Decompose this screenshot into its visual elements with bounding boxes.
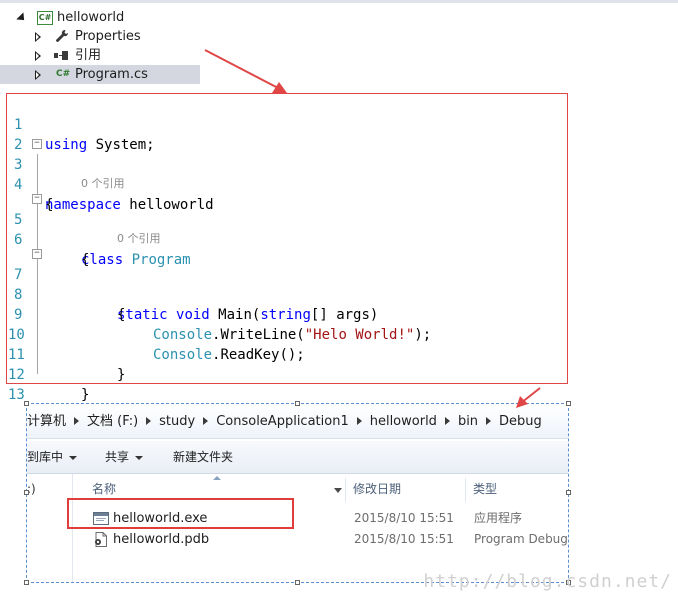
collapsed-arrow-icon[interactable]: [35, 32, 41, 42]
new-folder-button[interactable]: 新建文件夹: [173, 441, 233, 473]
column-header-modified[interactable]: 修改日期: [353, 474, 401, 504]
collapsed-arrow-icon[interactable]: [35, 70, 41, 80]
exe-highlight-box: [67, 498, 294, 529]
file-name[interactable]: helloworld.pdb: [113, 529, 209, 550]
tree-item-properties[interactable]: Properties: [0, 27, 200, 46]
expanded-arrow-icon[interactable]: [16, 12, 28, 24]
code-line-12: 12 }: [7, 345, 567, 403]
collapse-minus-icon[interactable]: −: [32, 194, 42, 204]
include-in-library-button[interactable]: 到库中: [27, 441, 78, 473]
pdb-icon: [95, 532, 107, 547]
wrench-icon: [56, 29, 69, 42]
collapsed-arrow-icon[interactable]: [35, 51, 41, 61]
breadcrumb-separator-icon[interactable]: [356, 417, 362, 425]
csharp-project-icon: C#: [37, 11, 53, 25]
resize-handle: [295, 401, 300, 406]
file-type: 应用程序: [474, 511, 523, 525]
tree-item-label: 引用: [75, 48, 102, 63]
resize-handle: [24, 490, 29, 495]
breadcrumb-separator-icon[interactable]: [74, 417, 80, 425]
tree-item-program-cs[interactable]: C# Program.cs: [0, 65, 200, 84]
breadcrumb-drive[interactable]: 文档 (F:): [87, 406, 138, 438]
code-line-4: 4 {: [7, 155, 567, 213]
toolbar-label: 共享: [105, 450, 130, 464]
share-button[interactable]: 共享: [105, 441, 144, 473]
tree-top-border: [0, 0, 678, 3]
breadcrumb-separator-icon[interactable]: [203, 417, 209, 425]
tree-item-label: Program.cs: [75, 67, 148, 82]
code-line-9: 9 Console.WriteLine("Helo World!");: [7, 285, 567, 343]
code-text: }: [81, 387, 90, 403]
toolbar-label: 到库中: [27, 450, 64, 464]
tree-item-label: Properties: [75, 29, 141, 44]
dropdown-caret-icon: [69, 455, 78, 460]
file-modified: 2015/8/10 15:51: [354, 511, 454, 525]
file-type: Program Debug: [474, 532, 568, 546]
code-line-5: 5 − class Program: [7, 190, 567, 269]
code-line-11: 11 }: [7, 325, 567, 383]
collapse-minus-icon[interactable]: −: [32, 249, 42, 259]
breadcrumb-separator-icon[interactable]: [486, 417, 492, 425]
codelens-references[interactable]: 0 个引用: [81, 175, 125, 191]
breadcrumb-separator-icon[interactable]: [146, 417, 152, 425]
csharp-file-icon: C#: [56, 69, 71, 79]
file-row-pdb[interactable]: helloworld.pdb 2015/8/10 15:51 Program D…: [73, 529, 568, 550]
code-line-10: 10 Console.ReadKey();: [7, 305, 567, 363]
resize-handle: [566, 490, 571, 495]
code-editor[interactable]: 1 using System; 2 3 − namespace hellowor…: [6, 93, 568, 423]
explorer-toolbar: 到库中 共享 新建文件夹: [27, 441, 568, 474]
code-line-7: 7 − static void Main(string[] args): [7, 245, 567, 324]
column-header-type[interactable]: 类型: [473, 474, 497, 504]
sort-ascending-icon: [213, 476, 221, 480]
code-line-2: 2: [7, 115, 567, 153]
code-line-1: 1 using System;: [7, 95, 567, 153]
resize-handle: [24, 580, 29, 585]
breadcrumb-separator-icon[interactable]: [444, 417, 450, 425]
resize-handle: [295, 580, 300, 585]
tree-item-references[interactable]: 引用: [0, 46, 200, 65]
code-line-8: 8 {: [7, 265, 567, 323]
column-divider[interactable]: [345, 478, 346, 502]
breadcrumb-bin[interactable]: bin: [458, 406, 478, 438]
collapse-minus-icon[interactable]: −: [32, 139, 42, 149]
dropdown-caret-icon: [135, 455, 144, 460]
code-line-3: 3 − namespace helloworld: [7, 135, 567, 214]
column-divider[interactable]: [465, 478, 466, 502]
file-modified: 2015/8/10 15:51: [354, 532, 454, 546]
breadcrumb-consoleapplication1[interactable]: ConsoleApplication1: [216, 406, 349, 438]
breadcrumb-helloworld[interactable]: helloworld: [370, 406, 437, 438]
resize-handle: [24, 401, 29, 406]
code-line-6: 6 {: [7, 210, 567, 268]
column-filter-dropdown-icon[interactable]: [334, 488, 342, 493]
code-line-13: 13 }: [7, 365, 567, 423]
tree-item-project[interactable]: C# helloworld: [0, 8, 200, 27]
address-bar[interactable]: 计算机 文档 (F:) study ConsoleApplication1 hellow…: [27, 406, 568, 439]
file-explorer-window: 计算机 文档 (F:) study ConsoleApplication1 hellow…: [26, 403, 569, 583]
references-icon: [54, 51, 68, 60]
resize-handle: [566, 401, 571, 406]
codelens-references[interactable]: 0 个引用: [117, 230, 161, 246]
watermark-text: http://blog.csdn.net/: [423, 571, 672, 592]
breadcrumb-debug[interactable]: Debug: [499, 406, 542, 438]
breadcrumb-computer[interactable]: 计算机: [27, 406, 66, 438]
project-label: helloworld: [57, 10, 125, 25]
breadcrumb-study[interactable]: study: [159, 406, 195, 438]
solution-explorer-tree: C# helloworld Properties 引用 C# Program.c…: [0, 0, 678, 86]
